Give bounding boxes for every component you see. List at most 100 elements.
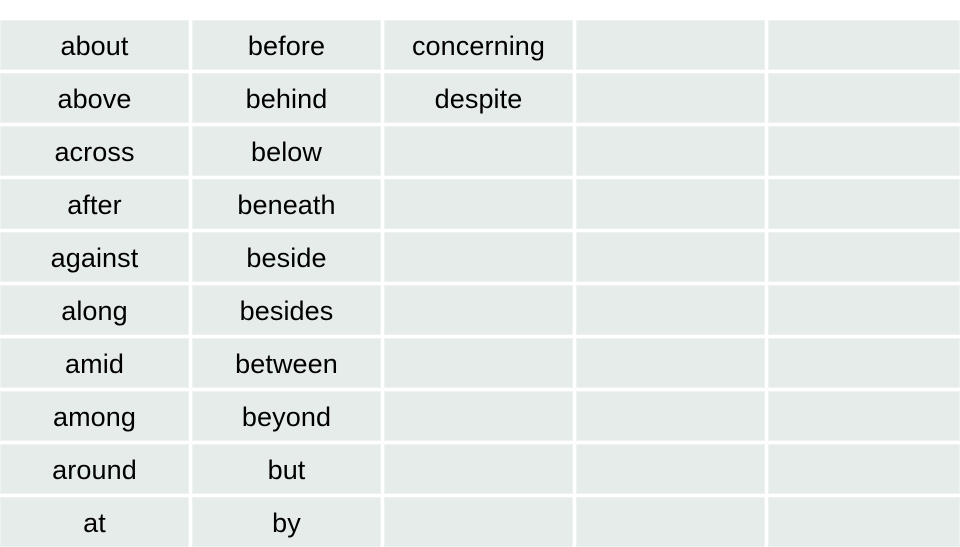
cell-text <box>768 73 960 123</box>
table-cell[interactable]: along <box>0 285 192 338</box>
table-cell[interactable]: beneath <box>192 179 384 232</box>
cell-text <box>576 232 765 282</box>
table-row: amid between <box>0 338 960 391</box>
cell-text: above <box>0 73 189 123</box>
table-cell[interactable] <box>384 179 576 232</box>
table-row: after beneath <box>0 179 960 232</box>
cell-text <box>576 179 765 229</box>
table-cell[interactable] <box>576 285 768 338</box>
cell-text <box>768 126 960 176</box>
table-cell[interactable] <box>768 20 960 73</box>
cell-text: besides <box>192 285 381 335</box>
table-cell[interactable]: across <box>0 126 192 179</box>
cell-text <box>384 285 573 335</box>
cell-text <box>384 126 573 176</box>
cell-text: below <box>192 126 381 176</box>
table-row: above behind despite <box>0 73 960 126</box>
table-row: along besides <box>0 285 960 338</box>
cell-text <box>576 444 765 494</box>
cell-text: behind <box>192 73 381 123</box>
cell-text <box>768 338 960 388</box>
cell-text <box>576 285 765 335</box>
table-row: about before concerning <box>0 20 960 73</box>
table-cell[interactable]: behind <box>192 73 384 126</box>
cell-text <box>576 338 765 388</box>
table-cell[interactable]: above <box>0 73 192 126</box>
table-cell[interactable]: but <box>192 444 384 497</box>
cell-text <box>576 20 765 70</box>
table-cell[interactable] <box>384 285 576 338</box>
table-cell[interactable]: after <box>0 179 192 232</box>
cell-text: among <box>0 391 189 441</box>
table-cell[interactable]: between <box>192 338 384 391</box>
cell-text <box>768 179 960 229</box>
cell-text: about <box>0 20 189 70</box>
table-cell[interactable] <box>384 444 576 497</box>
table-row: across below <box>0 126 960 179</box>
cell-text: around <box>0 444 189 494</box>
cell-text <box>576 391 765 441</box>
table-cell[interactable] <box>384 126 576 179</box>
cell-text: across <box>0 126 189 176</box>
table-cell[interactable] <box>576 444 768 497</box>
cell-text <box>384 338 573 388</box>
table-cell[interactable] <box>576 232 768 285</box>
table-cell[interactable] <box>768 338 960 391</box>
table-cell[interactable] <box>768 232 960 285</box>
table-row: around but <box>0 444 960 497</box>
table-cell[interactable]: against <box>0 232 192 285</box>
table-cell[interactable] <box>576 338 768 391</box>
table-cell[interactable] <box>384 338 576 391</box>
table-cell[interactable]: beside <box>192 232 384 285</box>
cell-text: after <box>0 179 189 229</box>
cell-text: against <box>0 232 189 282</box>
cell-text <box>384 444 573 494</box>
table-cell[interactable]: concerning <box>384 20 576 73</box>
cell-text: along <box>0 285 189 335</box>
table-cell[interactable] <box>576 126 768 179</box>
cell-text: between <box>192 338 381 388</box>
table-cell[interactable]: among <box>0 391 192 444</box>
cell-text <box>384 179 573 229</box>
cell-text <box>768 444 960 494</box>
table-body: about before concerning above behind des… <box>0 20 960 547</box>
table-cell[interactable] <box>576 73 768 126</box>
cell-text <box>384 232 573 282</box>
table-row: against beside <box>0 232 960 285</box>
table-cell[interactable] <box>768 179 960 232</box>
cell-text: concerning <box>384 20 573 70</box>
cell-text: beyond <box>192 391 381 441</box>
cell-text: but <box>192 444 381 494</box>
cell-text: amid <box>0 338 189 388</box>
cell-text <box>384 391 573 441</box>
cell-text <box>576 73 765 123</box>
table-cell[interactable] <box>768 391 960 444</box>
cell-text: despite <box>384 73 573 123</box>
table-cell[interactable] <box>576 20 768 73</box>
table-cell[interactable] <box>576 391 768 444</box>
table-cell[interactable] <box>768 126 960 179</box>
table-cell[interactable]: around <box>0 444 192 497</box>
table-cell[interactable]: amid <box>0 338 192 391</box>
cell-text <box>768 20 960 70</box>
cell-text: before <box>192 20 381 70</box>
table-cell[interactable] <box>768 444 960 497</box>
cell-text <box>768 232 960 282</box>
table-cell[interactable]: below <box>192 126 384 179</box>
table-cell[interactable]: before <box>192 20 384 73</box>
table-row: among beyond <box>0 391 960 444</box>
table-cell[interactable] <box>768 73 960 126</box>
table-cell[interactable] <box>384 232 576 285</box>
cell-text: beside <box>192 232 381 282</box>
cell-text <box>768 285 960 335</box>
table-cell[interactable] <box>384 391 576 444</box>
table-cell[interactable]: despite <box>384 73 576 126</box>
table-cell[interactable]: about <box>0 20 192 73</box>
cell-text: beneath <box>192 179 381 229</box>
table-cell[interactable]: besides <box>192 285 384 338</box>
cell-text <box>576 126 765 176</box>
table-cell[interactable] <box>576 179 768 232</box>
prepositions-table: about before concerning above behind des… <box>0 20 960 547</box>
table-cell[interactable]: beyond <box>192 391 384 444</box>
table-cell[interactable] <box>768 285 960 338</box>
